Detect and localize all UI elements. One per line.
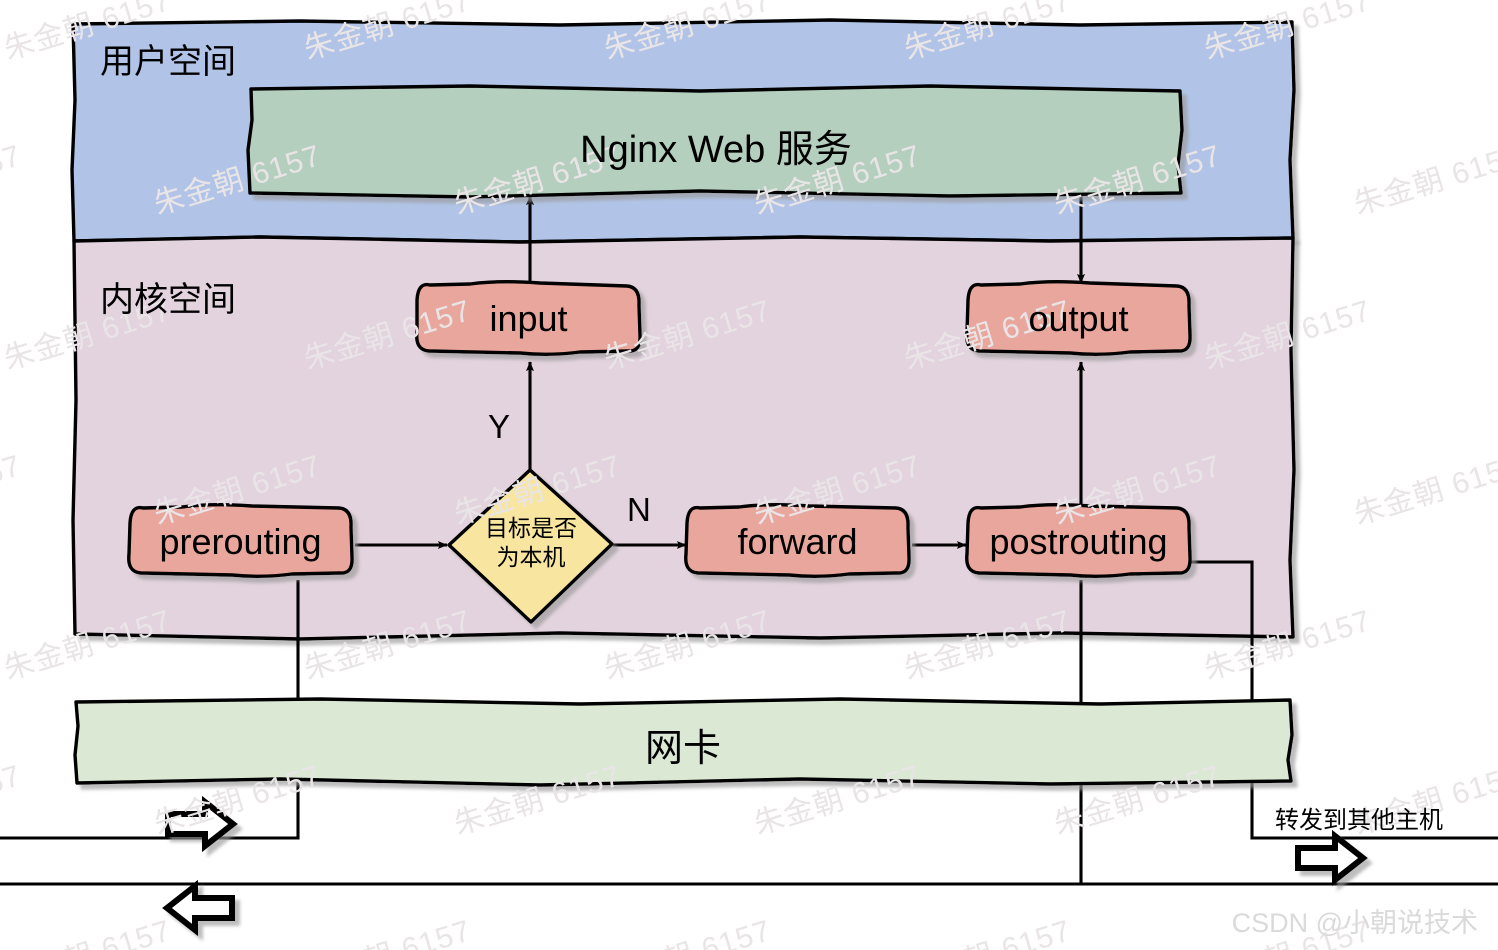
node-postrouting[interactable] xyxy=(965,503,1192,578)
host-link-lines xyxy=(0,836,1498,886)
node-nic[interactable] xyxy=(73,697,1294,787)
arrow-return-glyph xyxy=(162,879,235,937)
node-prerouting[interactable] xyxy=(127,503,354,578)
node-output[interactable] xyxy=(965,280,1192,356)
credit-watermark: CSDN @小朝说技术 xyxy=(1231,908,1478,938)
arrow-forward-other-host-glyph xyxy=(1295,829,1368,887)
diagram-canvas: 朱金朝 6157 朱金朝 6157 朱金朝 6157 朱金朝 6157 朱金朝 6157… xyxy=(0,0,1498,950)
diagram-svg xyxy=(0,18,1498,937)
node-nginx[interactable] xyxy=(246,84,1184,199)
node-forward[interactable] xyxy=(684,503,911,578)
node-input[interactable] xyxy=(415,280,642,356)
